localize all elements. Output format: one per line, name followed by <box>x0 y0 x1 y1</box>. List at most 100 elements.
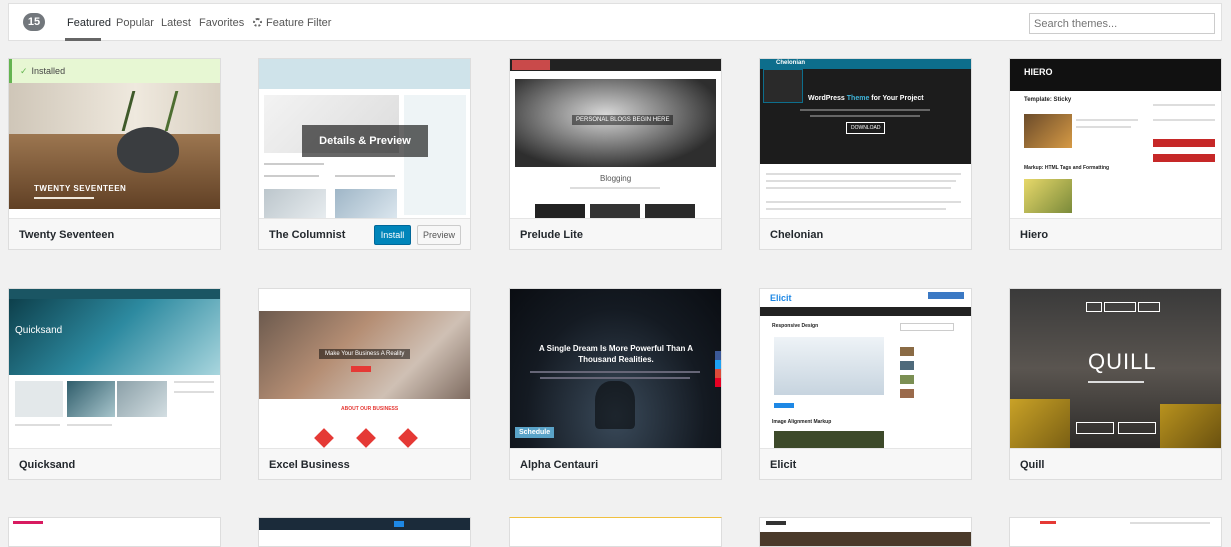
diamond-icon <box>398 428 418 448</box>
table-shape <box>9 134 220 218</box>
post-image <box>1024 114 1072 148</box>
theme-card-quill[interactable]: QUILL Quill <box>1009 288 1222 480</box>
theme-name: Quicksand <box>19 459 76 471</box>
thumb-post-title: Image Alignment Markup <box>772 419 832 425</box>
tab-popular[interactable]: Popular <box>116 17 154 29</box>
theme-card-partial[interactable] <box>258 517 471 547</box>
thumb-logo: QUILL <box>1088 349 1157 374</box>
text-line <box>264 175 319 177</box>
taxi-shape <box>1010 399 1070 448</box>
theme-name: Chelonian <box>770 229 824 241</box>
social-share-icons <box>715 351 721 387</box>
theme-screenshot[interactable]: Quicksand <box>9 289 220 448</box>
theme-card-footer: Alpha Centauri <box>510 448 721 479</box>
thumb-logo-shape <box>1040 521 1056 524</box>
theme-card-the-columnist[interactable]: Details & Preview The Columnist Install … <box>258 58 471 250</box>
schedule-badge: Schedule <box>515 427 555 438</box>
theme-card-partial[interactable] <box>8 517 221 547</box>
text-line <box>810 115 920 117</box>
theme-card-footer: Twenty Seventeen <box>9 218 220 249</box>
text-line <box>1153 119 1215 121</box>
read-more-button <box>774 403 794 408</box>
menu-box <box>1104 302 1136 312</box>
theme-card-partial[interactable] <box>1009 517 1222 547</box>
text-line <box>1088 381 1144 383</box>
thumb-heading-part: WordPress <box>808 95 847 102</box>
thumb-heading: WordPress Theme for Your Project <box>808 95 924 102</box>
sidebar-thumb <box>900 375 914 384</box>
thumb-title: TWENTY SEVENTEEN <box>34 184 127 193</box>
thumb-tagline <box>34 197 94 199</box>
theme-screenshot[interactable]: Elicit Responsive Design Image Alignment… <box>760 289 971 448</box>
theme-screenshot[interactable]: Details & Preview <box>259 59 470 218</box>
sidebar-bar <box>1153 154 1215 162</box>
theme-screenshot[interactable]: PERSONAL BLOGS BEGIN HERE Blogging <box>510 59 721 218</box>
theme-card-prelude-lite[interactable]: PERSONAL BLOGS BEGIN HERE Blogging Prelu… <box>509 58 722 250</box>
details-preview-overlay[interactable]: Details & Preview <box>302 125 428 157</box>
text-line <box>530 371 700 373</box>
text-line <box>766 201 961 203</box>
hero-button <box>351 366 371 372</box>
text-line <box>1130 522 1210 524</box>
text-line <box>800 109 930 111</box>
theme-screenshot[interactable]: Chelonian WordPress Theme for Your Proje… <box>760 59 971 218</box>
thumb-sub: Blogging <box>600 174 632 183</box>
preview-button[interactable]: Preview <box>417 225 461 245</box>
theme-card-footer: The Columnist Install Preview <box>259 218 470 249</box>
thumb-button: DOWNLOAD <box>846 122 886 134</box>
theme-card-hiero[interactable]: HIERO Template: Sticky Markup: HTML Tags… <box>1009 58 1222 250</box>
theme-card-footer: Quill <box>1010 448 1221 479</box>
theme-card-quicksand[interactable]: Quicksand Quicksand <box>8 288 221 480</box>
sidebar-bar <box>1153 139 1215 147</box>
theme-screenshot[interactable]: A Single Dream Is More Powerful Than A T… <box>510 289 721 448</box>
theme-screenshot[interactable]: Make Your Business A Reality ABOUT OUR B… <box>259 289 470 448</box>
thumb-button <box>1076 422 1114 434</box>
theme-card-partial[interactable] <box>509 517 722 547</box>
theme-card-footer: Quicksand <box>9 448 220 479</box>
theme-card-partial[interactable] <box>759 517 972 547</box>
theme-card-chelonian[interactable]: Chelonian WordPress Theme for Your Proje… <box>759 58 972 250</box>
thumb-post-title: Responsive Design <box>772 323 819 329</box>
sidebar-thumb <box>900 347 914 356</box>
theme-screenshot[interactable]: QUILL <box>1010 289 1221 448</box>
header-strip <box>259 518 470 530</box>
logo-badge <box>512 60 550 70</box>
theme-count-badge: 15 <box>23 13 45 31</box>
post-image <box>264 189 326 218</box>
social-icons <box>928 292 964 299</box>
tab-favorites[interactable]: Favorites <box>199 17 244 29</box>
theme-card-footer: Excel Business <box>259 448 470 479</box>
text-line <box>174 391 214 393</box>
theme-name: The Columnist <box>269 229 346 241</box>
post-image <box>1024 179 1072 213</box>
tab-featured[interactable]: Featured <box>67 17 111 29</box>
dropdown-menu <box>763 69 803 103</box>
figure-silhouette <box>595 381 635 429</box>
thumb-photo <box>535 204 585 218</box>
post-image <box>117 381 167 417</box>
text-line <box>1076 119 1138 121</box>
text-line <box>335 175 395 177</box>
theme-card-twenty-seventeen[interactable]: TWENTY SEVENTEEN ✓ Installed Twenty Seven… <box>8 58 221 250</box>
theme-screenshot[interactable]: HIERO Template: Sticky Markup: HTML Tags… <box>1010 59 1221 218</box>
thumb-heading-part: for Your Project <box>869 95 924 102</box>
top-bar <box>9 289 220 299</box>
theme-card-elicit[interactable]: Elicit Responsive Design Image Alignment… <box>759 288 972 480</box>
tab-feature-filter[interactable]: Feature Filter <box>253 17 331 29</box>
nav-bar <box>760 307 971 316</box>
tab-latest[interactable]: Latest <box>161 17 191 29</box>
text-line <box>174 381 214 383</box>
thumb-logo-shape <box>13 521 43 524</box>
thumb-sub: ABOUT OUR BUSINESS <box>341 406 399 412</box>
theme-card-alpha-centauri[interactable]: A Single Dream Is More Powerful Than A T… <box>509 288 722 480</box>
theme-card-footer: Chelonian <box>760 218 971 249</box>
diamond-icon <box>356 428 376 448</box>
post-image <box>774 337 884 395</box>
header-strip <box>259 59 470 89</box>
diamond-icon <box>314 428 334 448</box>
install-button[interactable]: Install <box>374 225 411 245</box>
theme-name: Prelude Lite <box>520 229 583 241</box>
search-themes-input[interactable] <box>1029 13 1215 34</box>
hero-photo <box>760 532 971 546</box>
theme-card-excel-business[interactable]: Make Your Business A Reality ABOUT OUR B… <box>258 288 471 480</box>
